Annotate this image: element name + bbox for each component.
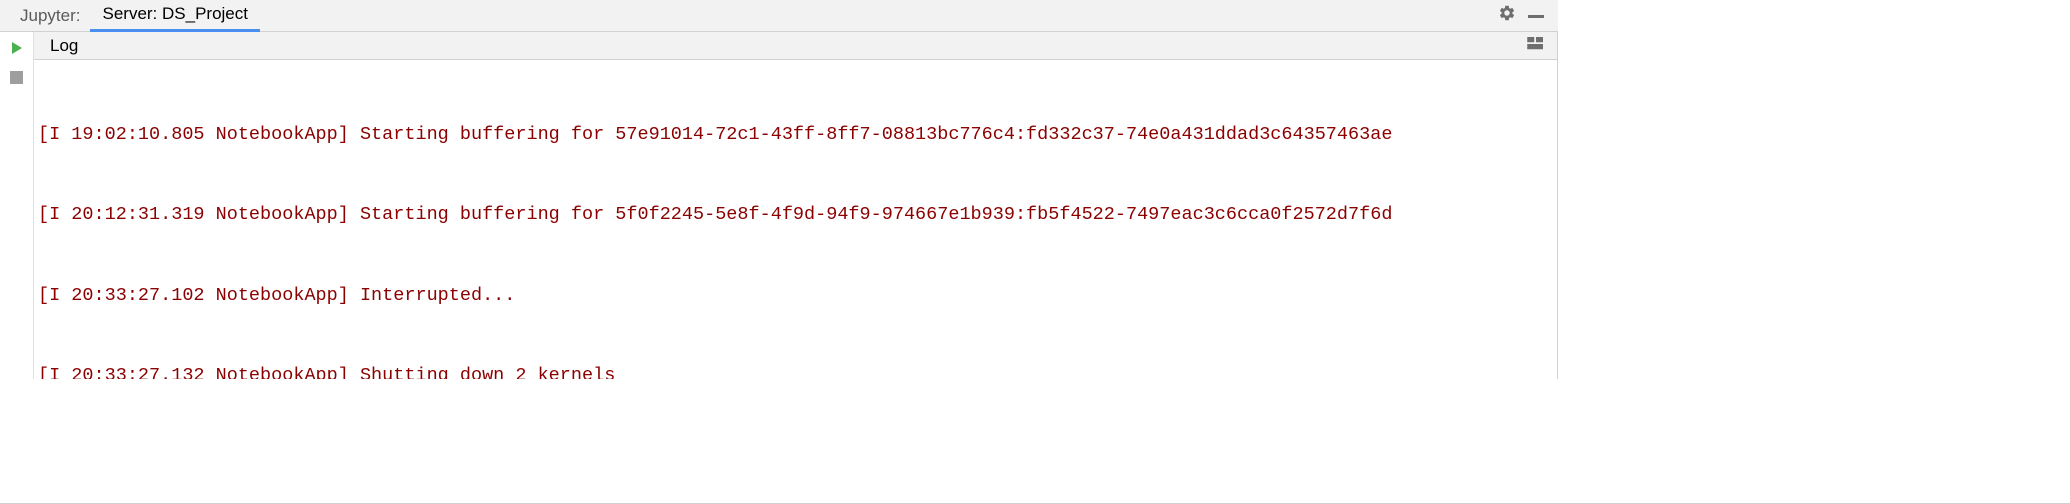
gear-icon[interactable]	[1498, 4, 1516, 27]
layout-icon[interactable]	[1527, 36, 1557, 56]
panel-title: Jupyter:	[10, 6, 90, 26]
stop-icon[interactable]	[10, 71, 23, 84]
log-tab-title[interactable]: Log	[50, 36, 78, 56]
log-content[interactable]: [I 19:02:10.805 NotebookApp] Starting bu…	[34, 60, 1557, 379]
tab-server[interactable]: Server: DS_Project	[90, 0, 260, 32]
panel-header: Jupyter: Server: DS_Project	[0, 0, 1558, 32]
main-area: Log [I 19:02:10.805 NotebookApp] Startin…	[0, 32, 1558, 379]
content-area: Log [I 19:02:10.805 NotebookApp] Startin…	[34, 32, 1558, 379]
log-line: [I 20:33:27.132 NotebookApp] Shutting do…	[38, 363, 1557, 379]
log-line: [I 20:33:27.102 NotebookApp] Interrupted…	[38, 283, 1557, 310]
gutter	[0, 32, 34, 379]
minimize-icon[interactable]	[1528, 13, 1544, 18]
play-icon[interactable]	[9, 40, 25, 61]
header-icons	[1498, 4, 1558, 27]
log-header: Log	[34, 32, 1557, 60]
log-line: [I 20:12:31.319 NotebookApp] Starting bu…	[38, 202, 1557, 229]
log-line: [I 19:02:10.805 NotebookApp] Starting bu…	[38, 122, 1557, 149]
